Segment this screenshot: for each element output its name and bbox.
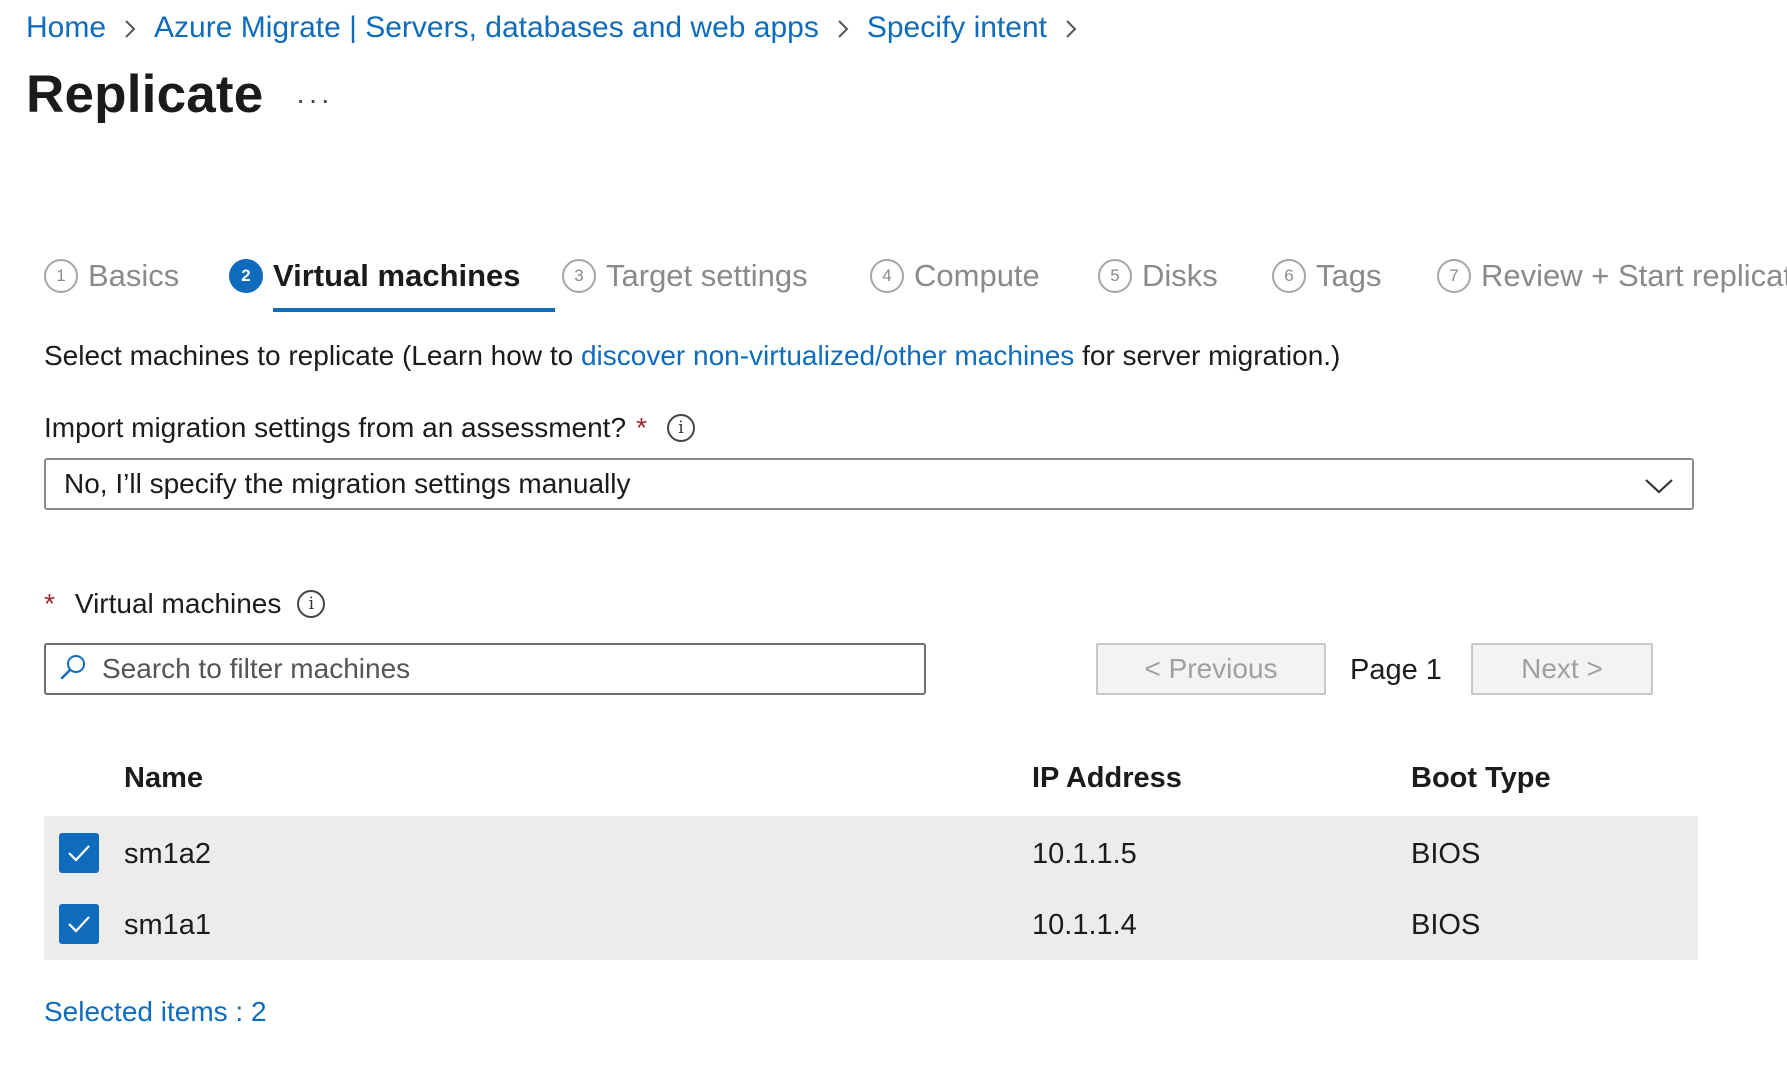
step-label: Disks bbox=[1142, 258, 1218, 293]
table-row-name: sm1a2 bbox=[124, 838, 212, 870]
import-settings-dropdown[interactable]: No, I’ll specify the migration settings … bbox=[44, 458, 1694, 510]
row-checkbox[interactable] bbox=[59, 904, 99, 944]
import-settings-text: Import migration settings from an assess… bbox=[44, 412, 627, 443]
description-text: Select machines to replicate (Learn how … bbox=[44, 340, 1340, 372]
step-label: Target settings bbox=[606, 258, 808, 293]
step-label: Review + Start replicat bbox=[1481, 258, 1787, 293]
virtual-machines-label: * Virtual machines i bbox=[44, 588, 326, 620]
step-basics[interactable]: 1 Basics bbox=[44, 250, 179, 302]
column-header-ip-address: IP Address bbox=[1032, 762, 1182, 794]
table-row-boot-type: BIOS bbox=[1411, 838, 1481, 870]
search-icon bbox=[58, 652, 88, 687]
breadcrumb-specify-intent[interactable]: Specify intent bbox=[867, 11, 1047, 45]
chevron-down-icon bbox=[1644, 472, 1674, 504]
next-button[interactable]: Next > bbox=[1471, 643, 1653, 695]
breadcrumb: Home Azure Migrate | Servers, databases … bbox=[26, 6, 1095, 50]
table-row-name: sm1a1 bbox=[124, 909, 212, 941]
checkmark-icon bbox=[68, 916, 90, 933]
selected-items-link[interactable]: Selected items : 2 bbox=[44, 996, 267, 1028]
step-disks[interactable]: 5 Disks bbox=[1098, 250, 1218, 302]
discover-machines-link[interactable]: discover non-virtualized/other machines bbox=[581, 340, 1074, 371]
search-input[interactable] bbox=[100, 652, 884, 686]
dropdown-selected-value: No, I’ll specify the migration settings … bbox=[64, 468, 631, 499]
table-row-ip: 10.1.1.4 bbox=[1032, 909, 1137, 941]
row-checkbox[interactable] bbox=[59, 833, 99, 873]
column-header-name: Name bbox=[124, 762, 203, 794]
step-number-2: 2 bbox=[229, 259, 263, 293]
more-options-button[interactable]: ··· bbox=[296, 84, 333, 116]
page-title: Replicate bbox=[26, 65, 264, 124]
step-label: Tags bbox=[1316, 258, 1382, 293]
virtual-machines-text: Virtual machines bbox=[74, 588, 282, 619]
step-label: Basics bbox=[88, 258, 180, 293]
table-row-ip: 10.1.1.5 bbox=[1032, 838, 1137, 870]
page-indicator: Page 1 bbox=[1350, 654, 1442, 686]
checkmark-icon bbox=[68, 845, 90, 862]
chevron-right-icon bbox=[106, 11, 154, 45]
step-tags[interactable]: 6 Tags bbox=[1272, 250, 1381, 302]
previous-button[interactable]: < Previous bbox=[1096, 643, 1326, 695]
step-target-settings[interactable]: 3 Target settings bbox=[562, 250, 808, 302]
info-icon[interactable]: i bbox=[666, 414, 695, 442]
step-number-3: 3 bbox=[562, 259, 596, 293]
breadcrumb-home[interactable]: Home bbox=[26, 11, 106, 45]
step-label: Compute bbox=[914, 258, 1040, 293]
search-box bbox=[44, 643, 926, 695]
chevron-right-icon bbox=[819, 11, 867, 45]
import-settings-label: Import migration settings from an assess… bbox=[44, 412, 695, 444]
info-icon[interactable]: i bbox=[297, 590, 326, 618]
step-compute[interactable]: 4 Compute bbox=[870, 250, 1040, 302]
step-number-6: 6 bbox=[1272, 259, 1306, 293]
step-number-5: 5 bbox=[1098, 259, 1132, 293]
column-header-boot-type: Boot Type bbox=[1411, 762, 1551, 794]
description-suffix: for server migration.) bbox=[1074, 340, 1341, 371]
required-asterisk: * bbox=[636, 412, 647, 443]
required-asterisk: * bbox=[44, 588, 55, 619]
step-number-4: 4 bbox=[870, 259, 904, 293]
step-virtual-machines[interactable]: 2 Virtual machines bbox=[229, 250, 521, 302]
breadcrumb-azure-migrate[interactable]: Azure Migrate | Servers, databases and w… bbox=[154, 11, 819, 45]
description-prefix: Select machines to replicate (Learn how … bbox=[44, 340, 581, 371]
active-step-underline bbox=[273, 308, 555, 312]
wizard-steps: 1 Basics 2 Virtual machines 3 Target set… bbox=[44, 250, 1787, 314]
step-label: Virtual machines bbox=[273, 258, 521, 293]
table-row-boot-type: BIOS bbox=[1411, 909, 1481, 941]
step-review-start[interactable]: 7 Review + Start replicat bbox=[1437, 250, 1787, 302]
chevron-right-icon bbox=[1047, 11, 1095, 45]
step-number-7: 7 bbox=[1437, 259, 1471, 293]
step-number-1: 1 bbox=[44, 259, 78, 293]
